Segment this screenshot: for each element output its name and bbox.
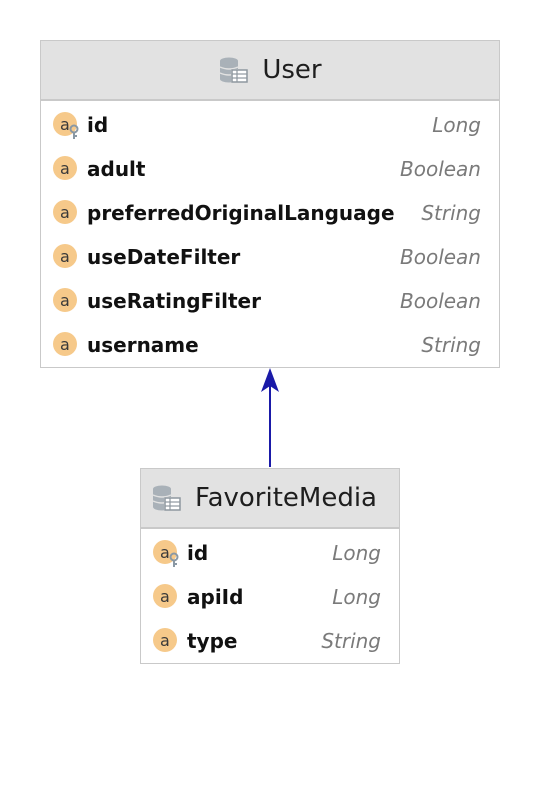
attribute-row-username[interactable]: a username String	[41, 323, 499, 367]
entity-header: User	[41, 41, 499, 101]
attribute-list: a id Long a apiId Long a type String	[141, 529, 399, 663]
attribute-name: id	[87, 113, 109, 137]
svg-text:a: a	[160, 587, 170, 606]
attribute-type: Boolean	[400, 289, 481, 313]
attribute-type: Long	[432, 113, 481, 137]
attribute-row-use-date-filter[interactable]: a useDateFilter Boolean	[41, 235, 499, 279]
attribute-name: type	[187, 629, 238, 653]
database-table-icon	[220, 57, 249, 83]
attribute-row-adult[interactable]: a adult Boolean	[41, 147, 499, 191]
attribute-icon: a	[53, 156, 77, 180]
entity-title: FavoriteMedia	[195, 483, 377, 513]
svg-text:a: a	[60, 159, 70, 178]
attribute-row-type[interactable]: a type String	[141, 619, 399, 663]
attribute-name: adult	[87, 157, 146, 181]
svg-text:a: a	[60, 203, 70, 222]
attribute-type: Long	[332, 541, 381, 565]
svg-text:a: a	[60, 335, 70, 354]
svg-text:a: a	[60, 247, 70, 266]
attribute-type: Long	[332, 585, 381, 609]
entity-favorite-media[interactable]: FavoriteMedia a id Long a apiId Long a t…	[140, 468, 400, 664]
attribute-icon: a	[153, 628, 177, 652]
attribute-type: Boolean	[400, 245, 481, 269]
attribute-list: a id Long a adult Boolean a preferredOri…	[41, 101, 499, 367]
attribute-row-api-id[interactable]: a apiId Long	[141, 575, 399, 619]
attribute-name: useRatingFilter	[87, 289, 261, 313]
attribute-row-id[interactable]: a id Long	[41, 103, 499, 147]
attribute-icon: a	[153, 584, 177, 608]
attribute-icon: a	[53, 332, 77, 356]
attribute-name: username	[87, 333, 199, 357]
attribute-type: String	[421, 333, 481, 357]
attribute-row-use-rating-filter[interactable]: a useRatingFilter Boolean	[41, 279, 499, 323]
attribute-type: Boolean	[400, 157, 481, 181]
attribute-icon: a	[53, 288, 77, 312]
svg-text:a: a	[60, 291, 70, 310]
attribute-type: String	[321, 629, 381, 653]
entity-user[interactable]: User a id Long a adult Boolean a preferr…	[40, 40, 500, 368]
attribute-name: preferredOriginalLanguage	[87, 201, 395, 225]
attribute-row-id[interactable]: a id Long	[141, 531, 399, 575]
attribute-row-preferred-original-language[interactable]: a preferredOriginalLanguage String	[41, 191, 499, 235]
attribute-type: String	[421, 201, 481, 225]
attribute-name: useDateFilter	[87, 245, 241, 269]
attribute-name: id	[187, 541, 209, 565]
svg-text:a: a	[160, 543, 170, 562]
attribute-icon: a	[53, 200, 77, 224]
attribute-key-icon: a	[153, 540, 179, 567]
attribute-key-icon: a	[53, 112, 79, 139]
entity-title: User	[262, 55, 322, 85]
attribute-name: apiId	[187, 585, 244, 609]
database-table-icon	[152, 485, 181, 511]
attribute-icon: a	[53, 244, 77, 268]
svg-text:a: a	[60, 115, 70, 134]
entity-header: FavoriteMedia	[141, 469, 399, 529]
svg-text:a: a	[160, 631, 170, 650]
